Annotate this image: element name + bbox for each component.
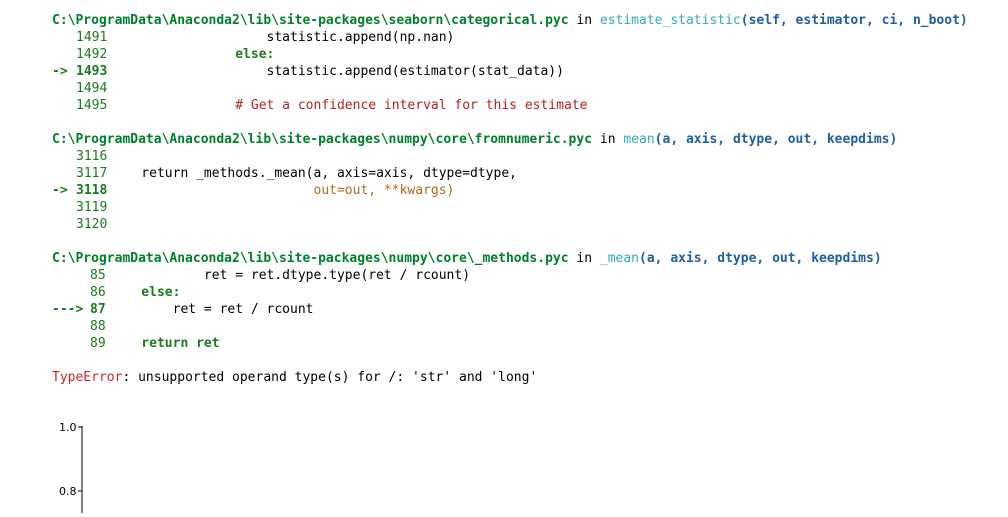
code-text: return ret (110, 336, 220, 351)
line-number: 1491 (76, 30, 108, 45)
frame-1-code-1495: # Get a confidence interval for this est… (110, 97, 587, 114)
line-number: 1495 (76, 98, 108, 113)
frame-1-code-1492: else: (110, 46, 274, 63)
frame-1-line-1492: 1492 (76, 46, 107, 63)
frame-2-arrow: -> (52, 182, 68, 199)
code-text: statistic.append(estimator(stat_data)) (110, 64, 564, 79)
code-text: out=out, **kwargs) (110, 183, 455, 198)
line-number: 3116 (76, 149, 108, 164)
line-number: 87 (90, 302, 106, 317)
code-text: else: (110, 285, 181, 300)
line-number: 85 (90, 268, 106, 283)
frame-3-code-86: else: (110, 284, 180, 301)
frame-2-line-3120: 3120 (76, 216, 107, 233)
error-message-line: TypeError: unsupported operand type(s) f… (52, 369, 537, 386)
frame-2-line-3119: 3119 (76, 199, 107, 216)
frame-2-args: (a, axis, dtype, out, keepdims) (654, 132, 898, 147)
frame-1-arrow: -> (52, 63, 68, 80)
frame-3-line-85: 85 (90, 267, 106, 284)
code-text: return _methods._mean(a, axis=axis, dtyp… (110, 166, 517, 181)
frame-3-arrow: ---> (52, 301, 83, 318)
frame-1-line-1494: 1494 (76, 80, 107, 97)
frame-3-code-85: ret = ret.dtype.type(ret / rcount) (110, 267, 470, 284)
frame-3-file-path: C:\ProgramData\Anaconda2\lib\site-packag… (52, 251, 569, 266)
frame-1-code-1493: statistic.append(estimator(stat_data)) (110, 63, 564, 80)
line-number: 3118 (76, 183, 108, 198)
frame-1-code-1491: statistic.append(np.nan) (110, 29, 455, 46)
code-text: statistic.append(np.nan) (110, 30, 455, 45)
frame-3-function-name: _mean (599, 251, 640, 266)
frame-1-line-1495: 1495 (76, 97, 107, 114)
frame-1-in-word: in (576, 13, 593, 28)
line-number: 1494 (76, 81, 108, 96)
frame-2-line-3118: 3118 (76, 182, 107, 199)
traceback-frame-1-header: C:\ProgramData\Anaconda2\lib\site-packag… (52, 12, 968, 29)
y-tick-label-0-8: 0.8 (59, 485, 77, 498)
frame-3-args: (a, axis, dtype, out, keepdims) (639, 251, 882, 266)
traceback-frame-2-header: C:\ProgramData\Anaconda2\lib\site-packag… (52, 131, 897, 148)
frame-2-line-3116: 3116 (76, 148, 107, 165)
frame-2-function-name: mean (623, 132, 655, 147)
code-text: ret = ret.dtype.type(ret / rcount) (110, 268, 471, 283)
line-number: 86 (90, 285, 106, 300)
code-text: ret = ret / rcount (110, 302, 314, 317)
current-line-arrow: -> (52, 64, 68, 79)
current-line-arrow: ---> (52, 302, 84, 317)
line-number: 88 (90, 319, 106, 334)
frame-2-line-3117: 3117 (76, 165, 107, 182)
frame-3-line-88: 88 (90, 318, 106, 335)
frame-1-args: (self, estimator, ci, n_boot) (740, 13, 968, 28)
code-comment: # Get a confidence interval for this est… (110, 98, 588, 113)
empty-plot-axes: 1.0 0.8 (0, 400, 200, 513)
current-line-arrow: -> (52, 183, 68, 198)
error-text: : unsupported operand type(s) for /: 'st… (122, 370, 538, 385)
frame-2-in-word: in (599, 132, 616, 147)
line-number: 3117 (76, 166, 108, 181)
frame-3-in-word: in (576, 251, 593, 266)
frame-3-line-87: 87 (90, 301, 106, 318)
axis-svg (78, 426, 83, 513)
frame-1-line-1493: 1493 (76, 63, 107, 80)
line-number: 3119 (76, 200, 108, 215)
frame-3-code-89: return ret (110, 335, 220, 352)
frame-2-code-3118: out=out, **kwargs) (110, 182, 454, 199)
frame-2-file-path: C:\ProgramData\Anaconda2\lib\site-packag… (52, 132, 593, 147)
frame-1-file-path: C:\ProgramData\Anaconda2\lib\site-packag… (52, 13, 569, 28)
frame-1-function-name: estimate_statistic (599, 13, 741, 28)
frame-2-code-3117: return _methods._mean(a, axis=axis, dtyp… (110, 165, 517, 182)
frame-3-line-86: 86 (90, 284, 106, 301)
line-number: 3120 (76, 217, 108, 232)
y-tick-label-1-0: 1.0 (59, 421, 77, 434)
line-number: 1492 (76, 47, 108, 62)
traceback-frame-3-header: C:\ProgramData\Anaconda2\lib\site-packag… (52, 250, 882, 267)
frame-3-line-89: 89 (90, 335, 106, 352)
code-text: else: (110, 47, 275, 62)
line-number: 1493 (76, 64, 108, 79)
frame-1-line-1491: 1491 (76, 29, 107, 46)
frame-3-code-87: ret = ret / rcount (110, 301, 314, 318)
line-number: 89 (90, 336, 106, 351)
error-type: TypeError (52, 370, 123, 385)
